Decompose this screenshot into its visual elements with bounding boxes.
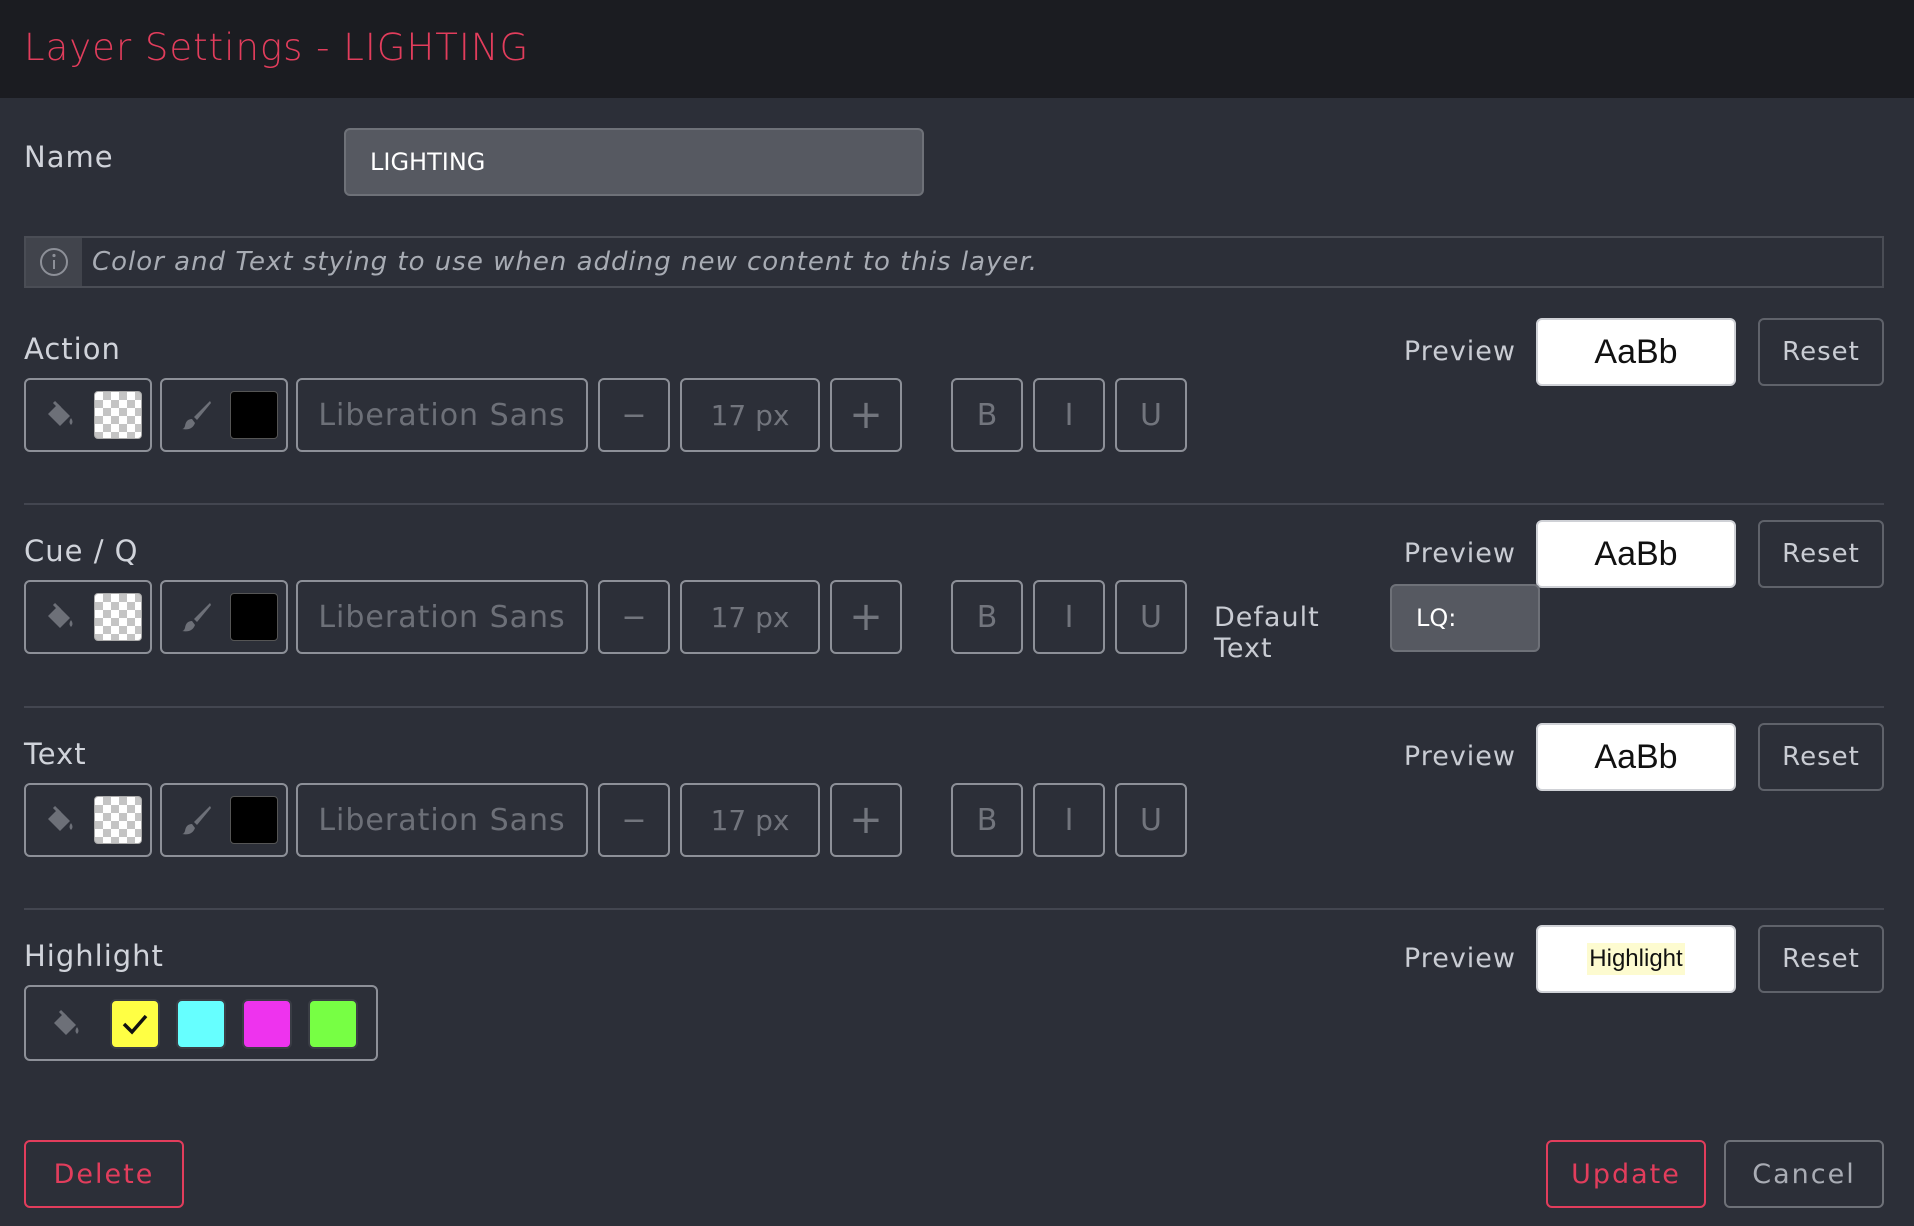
bold-button[interactable]: B xyxy=(951,378,1023,452)
reset-button[interactable]: Reset xyxy=(1758,520,1884,588)
transparent-swatch xyxy=(94,391,142,439)
italic-button[interactable]: I xyxy=(1033,378,1105,452)
background-color-button[interactable] xyxy=(24,783,152,857)
background-color-button[interactable] xyxy=(24,378,152,452)
font-name: Liberation Sans xyxy=(318,397,566,433)
decrease-size-button[interactable]: − xyxy=(598,783,670,857)
section-label: Text xyxy=(24,737,87,771)
underline-button[interactable]: U xyxy=(1115,783,1187,857)
brush-icon xyxy=(182,603,211,632)
section-label: Cue / Q xyxy=(24,534,139,568)
divider xyxy=(24,503,1884,505)
background-color-button[interactable] xyxy=(24,580,152,654)
checkmark-icon xyxy=(122,1014,148,1035)
black-swatch xyxy=(230,593,278,641)
delete-button[interactable]: Delete xyxy=(24,1140,184,1208)
underline-button[interactable]: U xyxy=(1115,580,1187,654)
info-text: Color and Text stying to use when adding… xyxy=(92,247,1038,277)
underline-button[interactable]: U xyxy=(1115,378,1187,452)
font-size-field[interactable]: 17 px xyxy=(680,580,820,654)
paint-bucket-icon xyxy=(48,602,73,628)
highlight-swatch-yellow[interactable] xyxy=(110,999,160,1049)
highlight-swatch-magenta[interactable] xyxy=(242,999,292,1049)
reset-button[interactable]: Reset xyxy=(1758,723,1884,791)
cancel-button[interactable]: Cancel xyxy=(1724,1140,1884,1208)
text-color-button[interactable] xyxy=(160,580,288,654)
preview-box: Highlight xyxy=(1536,925,1736,993)
increase-size-button[interactable]: + xyxy=(830,580,902,654)
font-name: Liberation Sans xyxy=(318,802,566,838)
update-button[interactable]: Update xyxy=(1546,1140,1706,1208)
dialog-title: Layer Settings - LIGHTING xyxy=(24,26,530,69)
preview-box: AaBb xyxy=(1536,520,1736,588)
divider xyxy=(24,908,1884,910)
section-label: Action xyxy=(24,332,121,366)
highlight-swatch-green[interactable] xyxy=(308,999,358,1049)
info-banner: Color and Text stying to use when adding… xyxy=(24,236,1884,288)
preview-box: AaBb xyxy=(1536,318,1736,386)
italic-button[interactable]: I xyxy=(1033,783,1105,857)
reset-button[interactable]: Reset xyxy=(1758,925,1884,993)
paint-bucket-icon xyxy=(54,1009,79,1035)
name-input[interactable] xyxy=(344,128,924,196)
preview-label: Preview xyxy=(1403,943,1516,974)
paint-bucket-icon xyxy=(48,805,73,831)
font-select[interactable]: Liberation Sans xyxy=(296,378,588,452)
text-color-button[interactable] xyxy=(160,378,288,452)
transparent-swatch xyxy=(94,593,142,641)
title-bar: Layer Settings - LIGHTING xyxy=(0,0,1914,98)
reset-button[interactable]: Reset xyxy=(1758,318,1884,386)
decrease-size-button[interactable]: − xyxy=(598,580,670,654)
transparent-swatch xyxy=(94,796,142,844)
paint-bucket-icon xyxy=(48,400,73,426)
bold-button[interactable]: B xyxy=(951,783,1023,857)
preview-box: AaBb xyxy=(1536,723,1736,791)
highlight-preview-text: Highlight xyxy=(1587,943,1685,975)
black-swatch xyxy=(230,796,278,844)
section-label: Highlight xyxy=(24,939,164,973)
font-size-field[interactable]: 17 px xyxy=(680,783,820,857)
highlight-swatch-cyan[interactable] xyxy=(176,999,226,1049)
preview-label: Preview xyxy=(1403,538,1516,569)
increase-size-button[interactable]: + xyxy=(830,783,902,857)
info-icon xyxy=(26,238,82,286)
font-size-field[interactable]: 17 px xyxy=(680,378,820,452)
decrease-size-button[interactable]: − xyxy=(598,378,670,452)
italic-button[interactable]: I xyxy=(1033,580,1105,654)
font-select[interactable]: Liberation Sans xyxy=(296,783,588,857)
preview-label: Preview xyxy=(1403,741,1516,772)
brush-icon xyxy=(182,806,211,835)
brush-icon xyxy=(182,401,211,430)
font-select[interactable]: Liberation Sans xyxy=(296,580,588,654)
name-label: Name xyxy=(24,140,114,174)
divider xyxy=(24,706,1884,708)
default-text-input[interactable] xyxy=(1390,584,1540,652)
increase-size-button[interactable]: + xyxy=(830,378,902,452)
font-name: Liberation Sans xyxy=(318,599,566,635)
default-text-label: Default Text xyxy=(1214,602,1320,664)
bold-button[interactable]: B xyxy=(951,580,1023,654)
text-color-button[interactable] xyxy=(160,783,288,857)
preview-label: Preview xyxy=(1403,336,1516,367)
black-swatch xyxy=(230,391,278,439)
highlight-color-group xyxy=(24,985,378,1061)
